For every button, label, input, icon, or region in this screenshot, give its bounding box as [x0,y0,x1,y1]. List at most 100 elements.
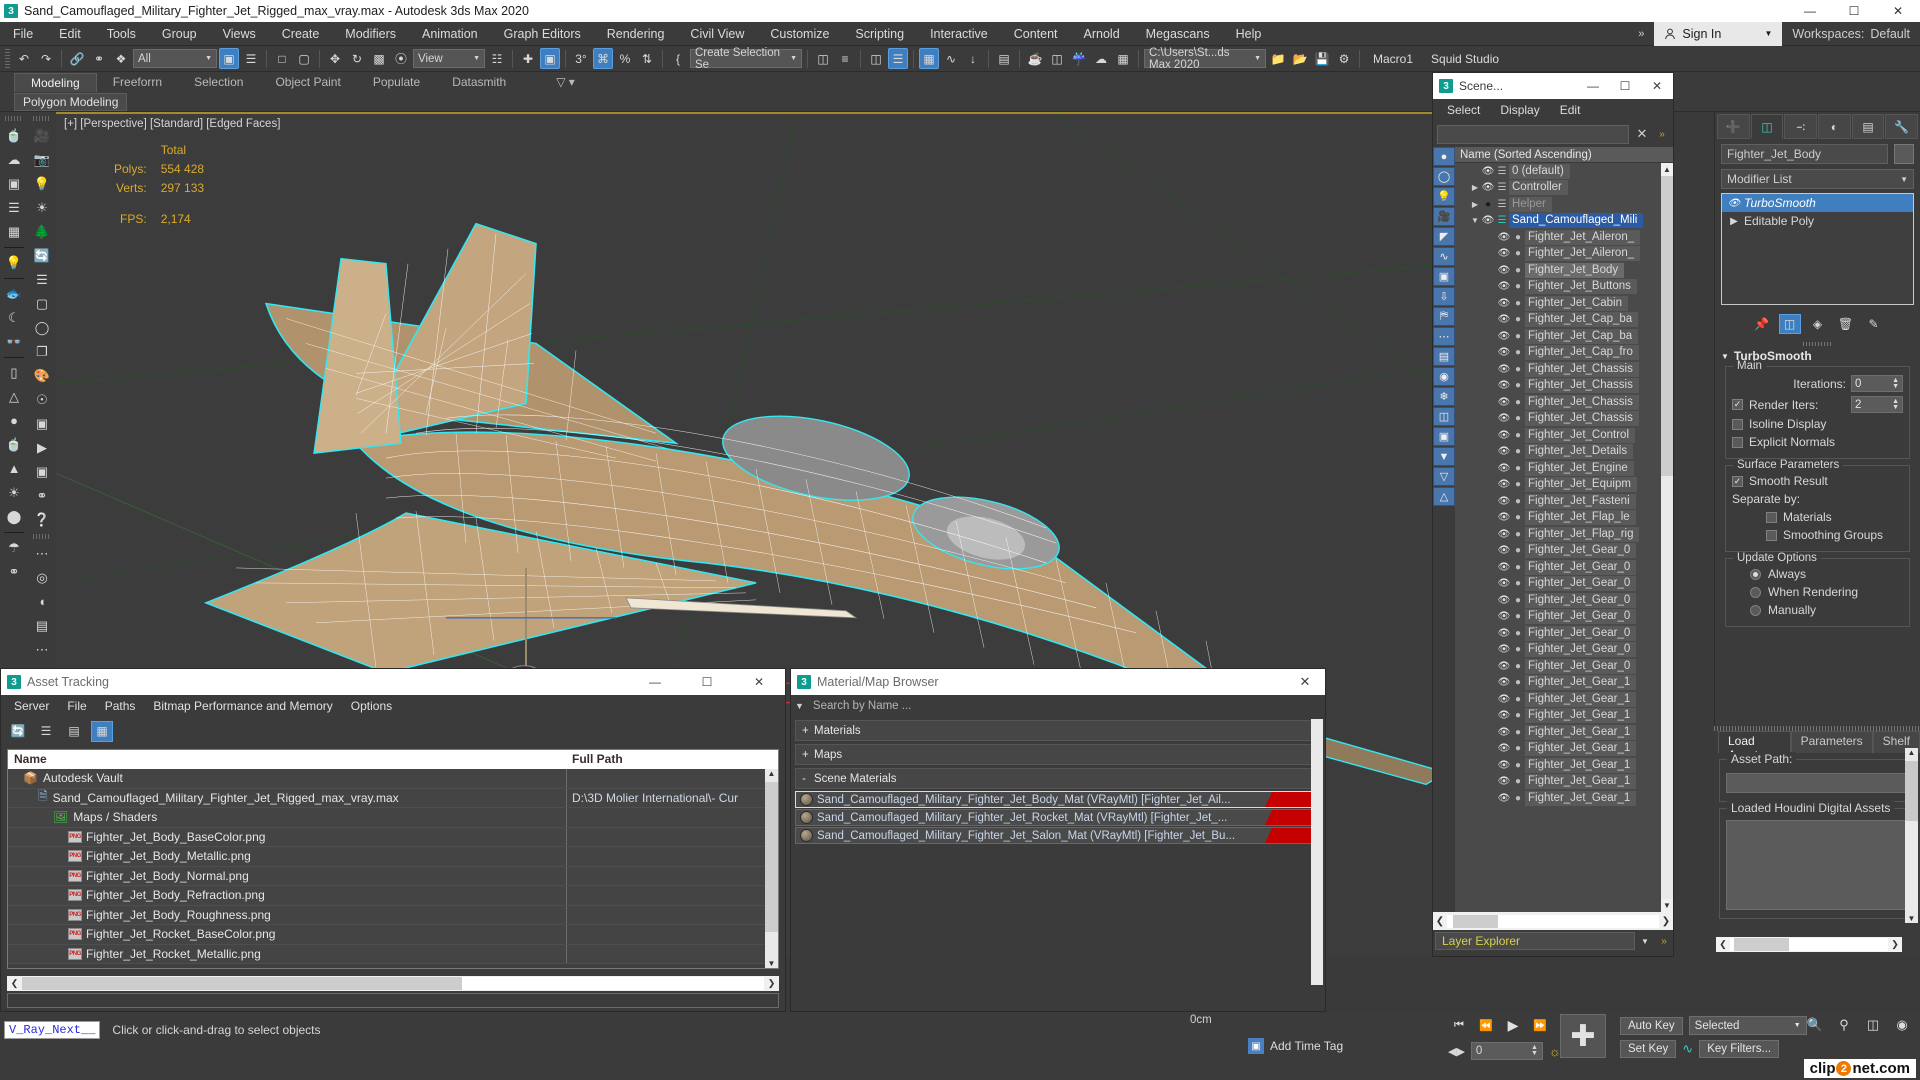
expand-triangle-icon[interactable]: ▼ [1469,216,1481,225]
menu-item-views[interactable]: Views [210,22,269,46]
asset-table-hscrollbar[interactable]: ❮ ❯ [7,976,779,991]
menu-item-help[interactable]: Help [1223,22,1275,46]
filter-layers-icon[interactable]: ◫ [1433,407,1455,426]
radio-manually-icon[interactable] [1750,604,1761,616]
menu-item-modifiers[interactable]: Modifiers [332,22,409,46]
list-panel-icon[interactable]: ☰ [30,268,54,291]
eye-icon[interactable]: 👁 [1497,265,1511,276]
toolbar-grip[interactable] [5,48,10,69]
scene-explorer-row[interactable]: 👁 ● Fighter_Jet_Aileron_ [1455,229,1673,246]
scene-explorer-row[interactable]: 👁 ● Fighter_Jet_Gear_0 [1455,543,1673,560]
curve-editor-icon[interactable]: ▦ [919,48,939,69]
object-icon[interactable]: ● [1511,347,1525,358]
camera-icon[interactable]: 🎥 [30,124,54,147]
update-option-when-rendering[interactable]: When Rendering [1732,585,1903,599]
scene-explorer-row[interactable]: 👁 ● Fighter_Jet_Fasteni [1455,493,1673,510]
table-row[interactable]: PNG Fighter_Jet_Body_Metallic.png [8,847,778,867]
save-project-icon[interactable]: 💾 [1312,48,1332,69]
radio-when-rendering-icon[interactable] [1750,586,1761,598]
object-icon[interactable]: ● [1511,298,1525,309]
scroll-left-icon[interactable]: ❮ [1433,916,1447,927]
iterations-spinner[interactable]: 0 ▲ ▼ [1851,375,1903,392]
eye-icon[interactable]: 👁 [1497,512,1511,523]
ribbon-tab-selection[interactable]: Selection [178,73,259,92]
disc-icon[interactable]: ⬤ [2,505,26,528]
eye-icon[interactable]: 👁 [1481,182,1495,193]
object-icon[interactable]: ● [1511,430,1525,441]
scene-explorer-row[interactable]: 👁 ● Fighter_Jet_Chassis [1455,361,1673,378]
sphere-mask-icon[interactable]: ◖ [30,590,54,613]
make-unique-icon[interactable]: ◈ [1807,314,1829,334]
object-icon[interactable]: ● [1511,578,1525,589]
layer-explorer-icon[interactable]: ◫ [866,48,886,69]
minimize-button[interactable]: — [1788,0,1832,22]
filter-more-icon[interactable]: △ [1433,487,1455,506]
scene-explorer-search-input[interactable] [1437,124,1629,144]
moon-icon[interactable]: ☾ [2,306,26,329]
play-animation-icon[interactable]: ▶ [1502,1016,1524,1034]
use-pivot-point-center-icon[interactable]: ☷ [487,48,507,69]
minimize-button[interactable]: — [629,669,681,695]
scroll-left-icon[interactable]: ❮ [1716,939,1730,950]
eye-icon[interactable]: 👁 [1497,694,1511,705]
eye-icon[interactable]: 👁 [1497,347,1511,358]
eye-icon[interactable]: 👁 [1497,743,1511,754]
menu-item-server[interactable]: Server [5,699,58,713]
menu-item-content[interactable]: Content [1001,22,1071,46]
scene-explorer-menu-select[interactable]: Select [1437,103,1490,117]
toolbar-grip[interactable] [33,116,51,121]
scene-explorer-row[interactable]: 👁 ● Fighter_Jet_Cap_fro [1455,345,1673,362]
section-scene-materials[interactable]: - Scene Materials [795,768,1321,789]
tab-modify[interactable]: ◫ [1750,114,1784,139]
rain-icon[interactable]: ☂ [2,536,26,559]
next-frame-icon[interactable]: ⏩ [1529,1016,1551,1034]
section-materials[interactable]: + Materials [795,720,1321,741]
object-icon[interactable]: ● [1511,331,1525,342]
capsule-icon[interactable]: ⚭ [2,560,26,583]
filter-expand-icon[interactable]: ▼ [1433,447,1455,466]
eye-icon[interactable]: 👁 [1497,298,1511,309]
scene-explorer-row[interactable]: 👁 ● Fighter_Jet_Cap_ba [1455,312,1673,329]
minimize-button[interactable]: — [1577,73,1609,99]
material-list-item[interactable]: Sand_Camouflaged_Military_Fighter_Jet_Sa… [795,827,1321,844]
scene-explorer-menu-display[interactable]: Display [1490,103,1549,117]
rendered-frame-window-icon[interactable]: ◫ [1047,48,1067,69]
select-and-link-icon[interactable]: 🔗 [67,48,87,69]
menu-overflow-icon[interactable]: » [1628,28,1654,40]
edit-named-selection-sets-icon[interactable]: ⇅ [637,48,657,69]
grid-icon[interactable]: ▦ [91,720,113,742]
expand-triangle-icon[interactable]: ▶ [1469,183,1481,192]
selection-filter-combo[interactable]: All ▼ [133,49,217,68]
field-of-view-icon[interactable]: ◉ [1892,1016,1912,1034]
table-row[interactable]: PNG Fighter_Jet_Body_Normal.png [8,866,778,886]
menu-item-bitmap-performance[interactable]: Bitmap Performance and Memory [144,699,341,713]
eye-icon[interactable]: 👁 [1497,611,1511,622]
modifier-stack-item-editable-poly[interactable]: ▶ Editable Poly [1722,212,1913,230]
scroll-up-icon[interactable]: ▲ [1661,163,1673,176]
layer-explorer-label[interactable]: Layer Explorer [1435,932,1635,950]
radio-always-icon[interactable] [1750,568,1761,580]
filter-space-warps-icon[interactable]: ∿ [1433,247,1455,266]
window-crossing-icon[interactable]: ▢ [294,48,314,69]
scene-explorer-row[interactable]: 👁 ● Fighter_Jet_Gear_0 [1455,576,1673,593]
eye-icon[interactable]: ● [1481,199,1495,210]
layer-icon[interactable]: ☰ [1495,182,1509,193]
scrollbar-thumb[interactable] [1661,176,1673,476]
render-iters-checkbox[interactable]: ✓ [1732,399,1743,410]
scene-explorer-row[interactable]: 👁 ● Fighter_Jet_Cabin [1455,295,1673,312]
scene-explorer-row[interactable]: 👁 ● Fighter_Jet_Aileron_ [1455,246,1673,263]
cloud-icon[interactable]: ☁ [2,148,26,171]
object-icon[interactable]: ● [1511,611,1525,622]
eye-icon[interactable]: 👁 [1497,331,1511,342]
column-header-name[interactable]: Name [8,750,566,769]
panel-resize-handle[interactable] [1802,342,1833,346]
key-filters-button[interactable]: Key Filters... [1699,1040,1780,1058]
object-icon[interactable]: ● [1511,628,1525,639]
quadrant-icon[interactable]: ▣ [30,460,54,483]
object-color-swatch[interactable] [1894,144,1914,164]
column-header-full-path[interactable]: Full Path [566,750,778,769]
ribbon-tab-datasmith[interactable]: Datasmith [436,73,522,92]
project-folder-combo[interactable]: C:\Users\St...ds Max 2020 ▼ [1144,47,1266,71]
select-and-manipulate-icon[interactable]: ✚ [518,48,538,69]
ies-light-icon[interactable]: ☉ [30,388,54,411]
